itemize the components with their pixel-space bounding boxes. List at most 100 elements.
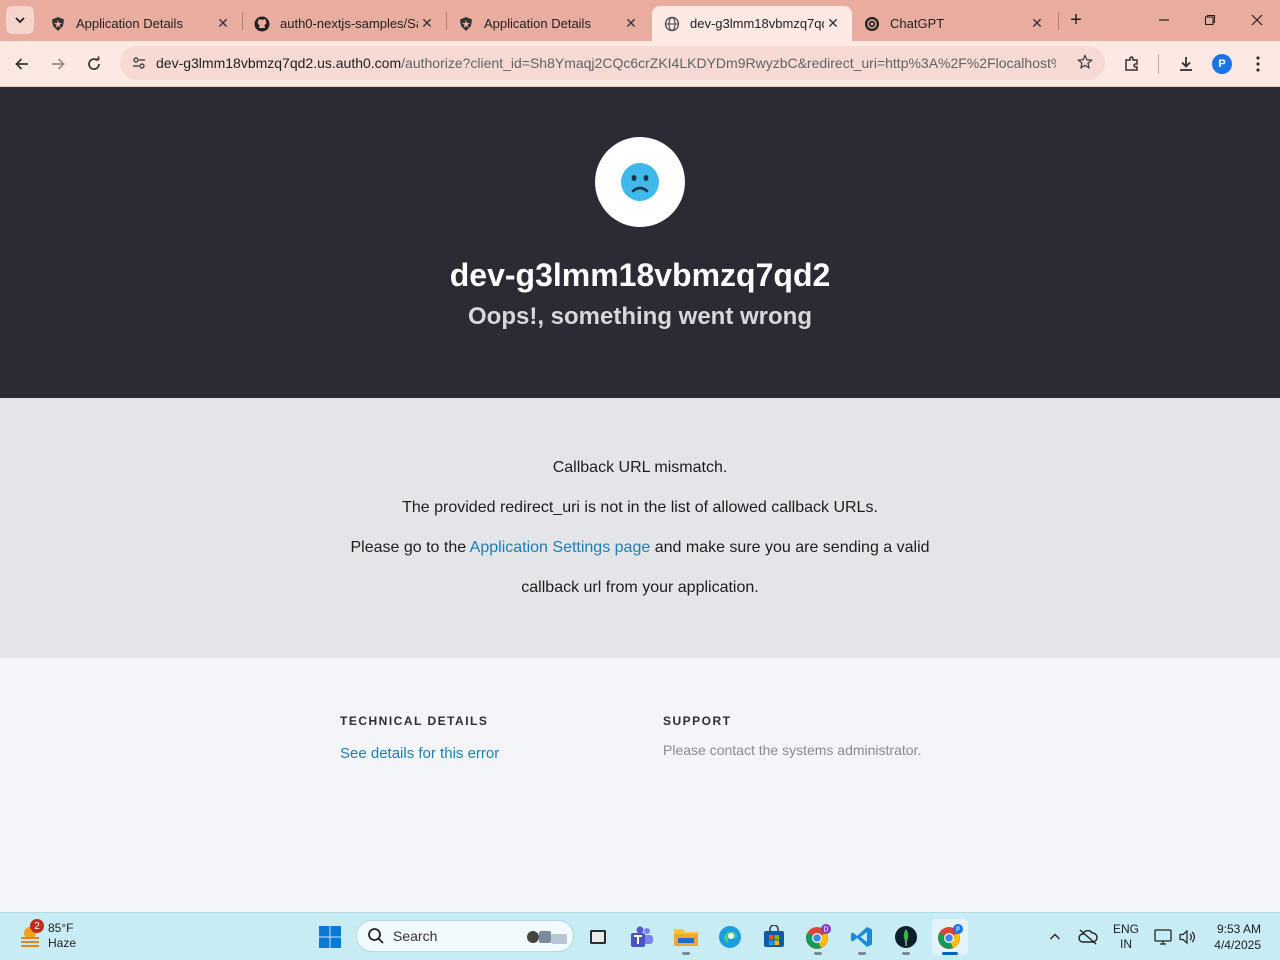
chevron-up-icon [1050,933,1060,940]
downloads-button[interactable] [1171,49,1201,79]
minimize-icon [1159,19,1169,21]
url-host: dev-g3lmm18vbmzq7qd2.us.auth0.com [156,55,402,71]
weather-widget[interactable]: 2 85°F Haze [18,919,77,951]
download-icon [1180,57,1192,71]
avatar: P [1212,54,1232,74]
reload-button[interactable] [79,49,109,79]
minimize-button[interactable] [1141,0,1187,40]
close-tab-icon[interactable]: ✕ [622,15,640,33]
cloud-offline-icon [1078,929,1098,945]
weather-desc: Haze [48,936,77,950]
forward-button[interactable] [43,49,73,79]
chatgpt-icon [864,16,880,32]
tab-search-button[interactable] [6,6,34,34]
new-tab-button[interactable]: + [1064,8,1088,32]
chevron-down-icon [15,17,25,24]
bookmark-star-icon[interactable] [1076,53,1094,75]
auth0-shield-icon [50,16,66,32]
task-view-icon [590,930,606,944]
close-tab-icon[interactable]: ✕ [418,15,436,33]
tab-auth0-error[interactable]: dev-g3lmm18vbmzq7qd ✕ [652,6,852,41]
site-info-icon[interactable] [122,55,156,71]
active-indicator [942,952,958,955]
error-instruction-continued: callback url from your application. [521,579,759,596]
browser-menu-button[interactable] [1243,49,1273,79]
running-indicator [902,952,910,955]
tab-title: Application Details [76,16,183,31]
notification-badge: 2 [30,919,44,933]
show-hidden-icons-button[interactable] [1043,913,1067,960]
taskbar-search[interactable]: Search [356,920,574,952]
input-language[interactable]: ENG IN [1108,913,1144,960]
store-app[interactable] [756,919,792,955]
error-title: Callback URL mismatch. [552,459,728,476]
windows-taskbar: 2 85°F Haze Search D P ENG IN 9:53 AM 4/… [0,912,1280,960]
support-heading: SUPPORT [663,714,732,728]
application-settings-link[interactable]: Application Settings page [470,539,651,556]
search-highlight-icon [527,931,567,944]
restore-button[interactable] [1187,0,1233,40]
url-text: dev-g3lmm18vbmzq7qd2.us.auth0.com/author… [156,55,1056,71]
chrome-app[interactable]: P [932,919,968,955]
svg-text:P: P [956,926,960,934]
error-description: The provided redirect_uri is not in the … [402,499,878,516]
clock-time: 9:53 AM [1216,922,1261,936]
teams-app[interactable] [624,919,660,955]
volume-control[interactable] [1176,913,1198,960]
onedrive-status[interactable] [1075,913,1101,960]
mongodb-compass-app[interactable] [888,919,924,955]
close-window-button[interactable] [1234,0,1280,40]
see-error-details-link[interactable]: See details for this error [340,745,499,762]
puzzle-icon [1125,56,1138,71]
restore-icon [1204,14,1216,26]
vscode-icon [851,927,872,947]
arrow-right-icon [52,58,65,70]
error-instruction: Please go to the Application Settings pa… [0,539,1280,557]
tab-application-details-2[interactable]: Application Details ✕ [446,6,650,41]
close-icon [1251,14,1263,26]
close-tab-icon[interactable]: ✕ [214,15,232,33]
tab-application-details-1[interactable]: Application Details ✕ [38,6,242,41]
profile-button[interactable]: P [1207,49,1237,79]
teams-icon [631,926,653,947]
close-tab-icon[interactable]: ✕ [824,15,842,33]
back-button[interactable] [7,49,37,79]
start-button[interactable] [312,919,348,955]
clock-date: 4/4/2025 [1214,938,1261,952]
tab-title: ChatGPT [890,16,945,31]
address-bar[interactable]: dev-g3lmm18vbmzq7qd2.us.auth0.com/author… [120,46,1105,80]
kebab-menu-icon [1256,56,1260,72]
url-path: /authorize?client_id=Sh8Ymaqj2CQc6crZKI4… [401,55,1056,71]
chrome-icon: D [806,924,831,949]
instruction-text-after: and make sure you are sending a valid [650,539,930,556]
support-text: Please contact the systems administrator… [663,742,922,758]
instruction-text-before: Please go to the [350,539,470,556]
weather-temp: 85°F [48,921,74,935]
language-code: ENG [1112,922,1139,936]
chrome-icon: P [938,924,963,949]
tab-github[interactable]: auth0-nextjs-samples/Sa ✕ [242,6,446,41]
sad-face-icon [621,163,659,201]
tenant-name: dev-g3lmm18vbmzq7qd2 [449,257,831,293]
task-view-button[interactable] [580,919,616,955]
tab-chatgpt[interactable]: ChatGPT ✕ [852,6,1056,41]
windows-logo-icon [319,926,341,948]
folder-icon [674,929,698,946]
system-clock[interactable]: 9:53 AM 4/4/2025 [1214,921,1261,953]
error-header: dev-g3lmm18vbmzq7qd2 Oops!, something we… [0,87,1280,398]
tab-title: Application Details [484,16,591,31]
chrome-dev-app[interactable]: D [800,919,836,955]
close-tab-icon[interactable]: ✕ [1028,15,1046,33]
svg-text:D: D [823,926,828,934]
error-avatar [595,137,685,227]
edge-app[interactable] [712,919,748,955]
tab-title: auth0-nextjs-samples/Sa [280,16,418,31]
file-explorer-app[interactable] [668,919,704,955]
globe-icon [664,16,680,32]
network-icon [1154,929,1172,945]
network-status[interactable] [1152,913,1174,960]
browser-toolbar: dev-g3lmm18vbmzq7qd2.us.auth0.com/author… [0,41,1280,87]
extensions-button[interactable] [1117,49,1147,79]
github-icon [254,16,270,32]
vscode-app[interactable] [844,919,880,955]
